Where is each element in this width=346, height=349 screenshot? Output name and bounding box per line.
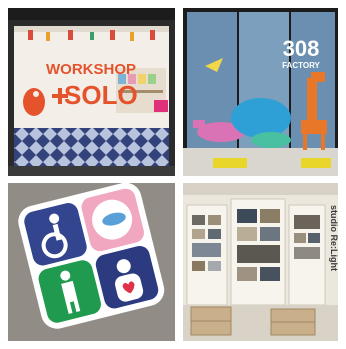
factory-word-text: FACTORY	[282, 61, 320, 70]
workshop-solo-scene: WORKSHOP SOLO	[8, 8, 175, 176]
studio-exhibit-photo: studio Re:Light	[183, 183, 338, 341]
hippo-icon	[231, 98, 291, 138]
workshop-sign-text: WORKSHOP	[46, 61, 136, 78]
photo-panel	[230, 198, 286, 306]
factory-scene: 308 FACTORY	[183, 8, 338, 176]
photo-panel	[288, 204, 326, 306]
studio-name-label: studio Re:Light	[329, 205, 338, 271]
studio-scene: studio Re:Light	[183, 183, 338, 341]
factory-window-photo: 308 FACTORY	[183, 8, 338, 176]
factory-number-text: 308	[283, 36, 320, 61]
bird-decoration-icon	[23, 88, 45, 116]
diamond-tile-base	[14, 128, 169, 166]
photo-panel	[186, 204, 228, 306]
workshop-solo-photo: WORKSHOP SOLO	[8, 8, 175, 176]
floor-sign-scene	[8, 183, 175, 341]
solo-sign-text: SOLO	[64, 80, 138, 110]
wooden-crate	[190, 306, 232, 336]
accessibility-floor-sign-photo	[8, 183, 175, 341]
wooden-crate	[270, 308, 316, 336]
